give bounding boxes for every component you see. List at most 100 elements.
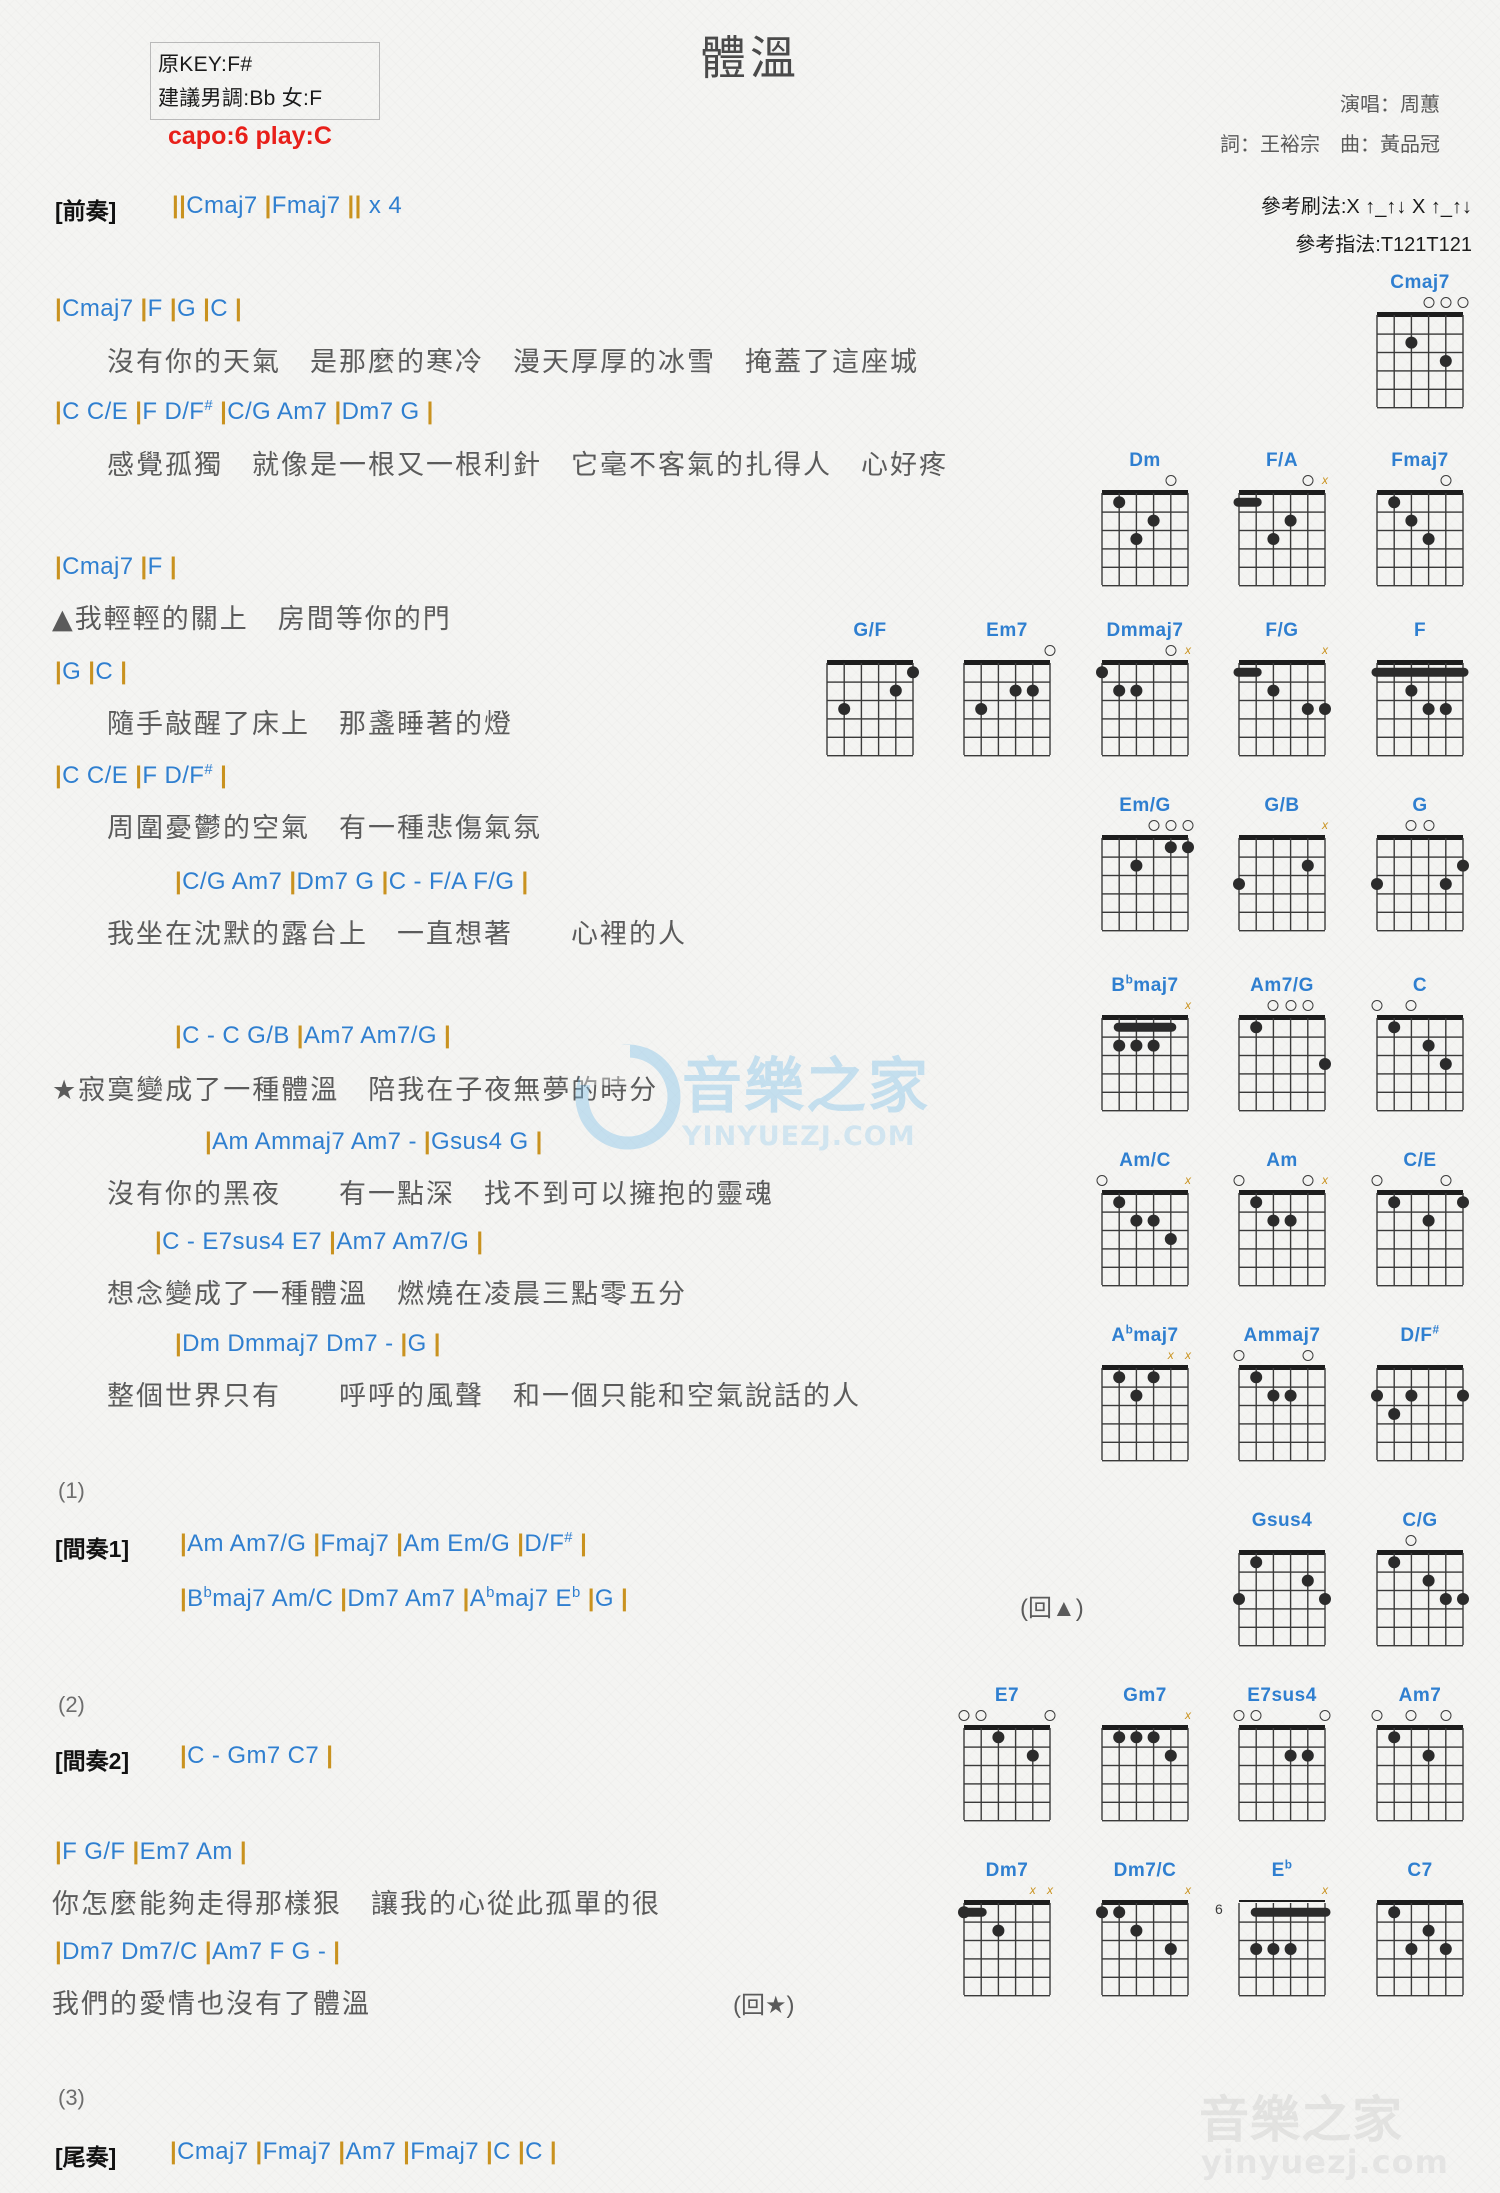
chord-fretboard — [1368, 1014, 1472, 1112]
chord-line: |Cmaj7 |F |G |C | — [55, 295, 243, 322]
chord-diagram-am7-g: Am7/G — [1230, 975, 1334, 1112]
chord-string-markers — [1368, 1707, 1472, 1724]
chord-diagram-name: Dm7/C — [1113, 1860, 1177, 1881]
open-string-icon — [1371, 1710, 1383, 1721]
lyric-line: 沒有你的黑夜 有一點深 找不到可以擁抱的靈魂 — [78, 1179, 774, 1210]
chord-fretboard: 6 — [1215, 1899, 1334, 1997]
chord-fretboard — [1230, 1724, 1334, 1822]
chord-fretboard — [1093, 489, 1197, 587]
chord-fretboard — [1230, 489, 1334, 587]
chord-diagram-name: C7 — [1407, 1860, 1433, 1881]
open-string-icon — [1250, 1710, 1262, 1721]
muted-string-icon: x — [1322, 1883, 1328, 1897]
fingerstyle-pattern: 參考指法:T121T121 — [1295, 234, 1472, 256]
chord-string-markers — [1368, 642, 1472, 659]
chord-line: |C C/E |F D/F# |C/G Am7 |Dm7 G | — [55, 398, 434, 425]
chord-diagram-name: F/A — [1265, 450, 1299, 471]
chord-diagram-f: F — [1368, 620, 1472, 757]
open-string-icon — [1285, 1000, 1297, 1011]
chord-diagram-am: Am x — [1230, 1150, 1334, 1287]
chord-diagram-name: Eb — [1271, 1858, 1293, 1881]
chord-string-markers: x — [1093, 642, 1197, 659]
chord-fretboard — [1368, 1724, 1472, 1822]
lyric-line: 感覺孤獨 就像是一根又一根利針 它毫不客氣的扎得人 心好疼 — [78, 450, 948, 481]
muted-string-icon: x — [1047, 1883, 1053, 1897]
chord-diagram-am-c: Am/C x — [1093, 1150, 1197, 1287]
section-outro-label: [尾奏] — [55, 2144, 117, 2170]
chord-diagram-em7: Em7 — [955, 620, 1059, 757]
site-logo-watermark: 音樂之家 yinyuezj.com — [1195, 2085, 1475, 2181]
open-string-icon — [1302, 1350, 1314, 1361]
chord-string-markers — [818, 642, 922, 659]
chord-diagram-e7sus4: E7sus4 — [1230, 1685, 1334, 1822]
lyric-line: ▲我輕輕的關上 房間等你的門 — [52, 604, 452, 635]
chord-diagram-g: G — [1368, 795, 1472, 932]
chord-fretboard — [818, 659, 922, 757]
chord-line: |Bbmaj7 Am/C |Dm7 Am7 |Abmaj7 Eb |G | — [180, 1585, 629, 1612]
open-string-icon — [1440, 1710, 1452, 1721]
lyric-line: 整個世界只有 呼呼的風聲 和一個只能和空氣說話的人 — [78, 1381, 861, 1412]
chord-fretboard — [1093, 659, 1197, 757]
chord-fretboard — [1093, 1899, 1197, 1997]
repeat-marker: (回★) — [733, 1992, 795, 2019]
chord-string-markers — [955, 642, 1059, 659]
chord-diagram-c7: C7 — [1368, 1860, 1472, 1997]
chord-line: |Cmaj7 |F | — [55, 553, 177, 580]
singer-credit: 演唱：周蕙 — [1340, 94, 1440, 116]
chord-diagram-f-g: F/G x — [1230, 620, 1334, 757]
open-string-icon — [1233, 1710, 1245, 1721]
page-title: 體溫 — [700, 31, 800, 85]
chord-fretboard — [1093, 1364, 1197, 1462]
intro-chords: ||Cmaj7 |Fmaj7 || x 4 — [172, 192, 403, 219]
repeat-number: (1) — [58, 1478, 85, 1503]
chord-diagram-name: Am7 — [1398, 1685, 1442, 1706]
lyric-line: 隨手敲醒了床上 那盞睡著的燈 — [78, 709, 513, 740]
chord-string-markers: x — [1230, 1172, 1334, 1189]
chord-fretboard — [1093, 1014, 1197, 1112]
section-interlude1-label: [間奏1] — [55, 1536, 130, 1562]
open-string-icon — [1457, 297, 1469, 308]
chord-diagram-name: G — [1412, 795, 1428, 816]
chord-diagram-name: Am — [1266, 1150, 1298, 1171]
chord-line: |Cmaj7 |Fmaj7 |Am7 |Fmaj7 |C |C | — [170, 2138, 558, 2165]
chord-diagram-dmmaj7: Dmmaj7 x — [1093, 620, 1197, 757]
muted-string-icon: x — [1185, 1173, 1191, 1187]
chord-string-markers — [1368, 294, 1472, 311]
chord-string-markers: x — [1093, 1172, 1197, 1189]
muted-string-icon: x — [1322, 818, 1328, 832]
chord-string-markers — [1368, 1882, 1472, 1899]
repeat-number: (3) — [58, 2085, 85, 2110]
chord-diagram-bbmaj7: Bbmaj7 x — [1093, 974, 1197, 1112]
chord-diagram-dm7: Dm7 x x — [955, 1860, 1059, 1997]
chord-line: |G |C | — [55, 658, 128, 685]
open-string-icon — [1440, 1175, 1452, 1186]
chord-string-markers — [955, 1707, 1059, 1724]
chord-line: |Dm Dmmaj7 Dm7 - |G | — [175, 1330, 441, 1357]
open-string-icon — [1440, 475, 1452, 486]
open-string-icon — [1405, 1535, 1417, 1546]
chord-fretboard — [1368, 834, 1472, 932]
open-string-icon — [1165, 475, 1177, 486]
open-string-icon — [958, 1710, 970, 1721]
chord-line: |Am Am7/G |Fmaj7 |Am Em/G |D/F# | — [180, 1530, 588, 1557]
open-string-icon — [1267, 1000, 1279, 1011]
chord-diagram-name: C/E — [1403, 1150, 1437, 1171]
chord-diagram-name: E7 — [994, 1685, 1020, 1706]
muted-string-icon: x — [1322, 643, 1328, 657]
chord-line: |F G/F |Em7 Am | — [55, 1838, 247, 1865]
open-string-icon — [1319, 1710, 1331, 1721]
strumming-pattern: 參考刷法:X ↑_↑↓ X ↑_↑↓ — [1260, 196, 1472, 218]
chord-diagram-name: G/B — [1264, 795, 1300, 816]
chord-diagram-name: F — [1413, 620, 1427, 641]
chord-string-markers: x — [1093, 1707, 1197, 1724]
muted-string-icon: x — [1185, 998, 1191, 1012]
chord-diagram-name: Cmaj7 — [1390, 272, 1450, 293]
open-string-icon — [1148, 820, 1160, 831]
chord-diagram-name: Abmaj7 — [1111, 1323, 1179, 1346]
muted-string-icon: x — [1167, 1348, 1174, 1362]
chord-diagram-am7: Am7 — [1368, 1685, 1472, 1822]
muted-string-icon: x — [1185, 643, 1191, 657]
chord-diagram-name: Ammaj7 — [1243, 1325, 1321, 1346]
chord-string-markers: xx — [1093, 1347, 1197, 1364]
chord-diagram-fmaj7: Fmaj7 — [1368, 450, 1472, 587]
